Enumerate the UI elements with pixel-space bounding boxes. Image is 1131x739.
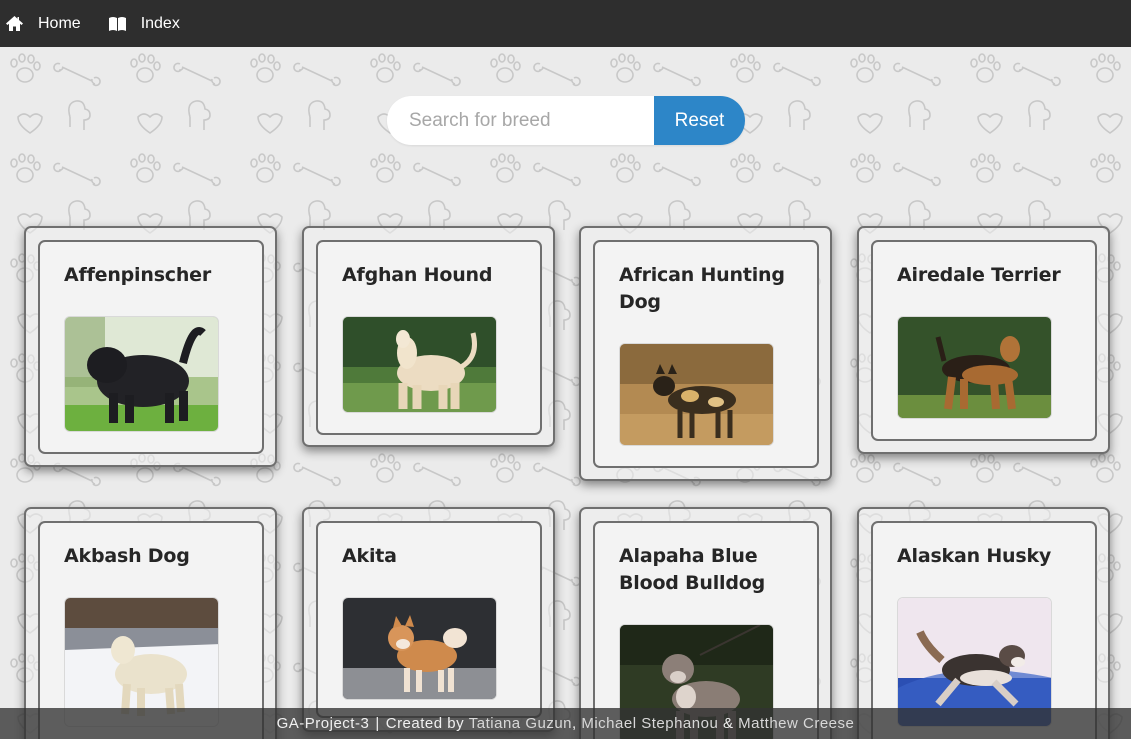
- top-navbar: Home Index: [0, 0, 1131, 47]
- breed-name: Afghan Hound: [342, 264, 493, 286]
- breed-photo: [342, 597, 497, 700]
- nav-index-label: Index: [140, 14, 180, 32]
- breed-name: African Hunting Dog: [619, 264, 785, 313]
- footer-comma: ,: [572, 715, 577, 732]
- footer-project-name: GA-Project-3: [276, 715, 370, 732]
- breed-card-inner: Alaskan Husky: [871, 521, 1097, 739]
- breed-card-african-hunting-dog[interactable]: African Hunting Dog: [579, 226, 832, 481]
- footer-author-link[interactable]: Matthew Creese: [738, 715, 854, 732]
- footer-author-link[interactable]: Michael Stephanou: [581, 715, 718, 732]
- breed-card-inner: Akita: [316, 521, 542, 718]
- breed-search-form: Reset: [387, 96, 745, 145]
- breed-card-inner: Affenpinscher: [38, 240, 264, 454]
- footer-author-link[interactable]: Tatiana Guzun: [469, 715, 572, 732]
- breed-card-alaskan-husky[interactable]: Alaskan Husky: [857, 507, 1110, 739]
- breed-card-akita[interactable]: Akita: [302, 507, 555, 732]
- breed-card-inner: African Hunting Dog: [593, 240, 819, 468]
- breed-name: Affenpinscher: [64, 264, 212, 286]
- footer-ampersand: &: [722, 715, 734, 732]
- footer-credits: GA-Project-3 | Created by Tatiana Guzun,…: [0, 708, 1131, 739]
- reset-button[interactable]: Reset: [654, 96, 745, 145]
- nav-home-link[interactable]: Home: [5, 15, 81, 33]
- breed-card-inner: Akbash Dog: [38, 521, 264, 739]
- footer-separator: |: [375, 715, 380, 732]
- breed-name: Akbash Dog: [64, 545, 190, 567]
- breed-card-alapaha-blue-blood-bulldog[interactable]: Alapaha Blue Blood Bulldog: [579, 507, 832, 739]
- breed-card-inner: Afghan Hound: [316, 240, 542, 435]
- breed-card-airedale-terrier[interactable]: Airedale Terrier: [857, 226, 1110, 454]
- breed-card-inner: Airedale Terrier: [871, 240, 1097, 441]
- breed-card-afghan-hound[interactable]: Afghan Hound: [302, 226, 555, 447]
- nav-home-label: Home: [38, 14, 81, 32]
- breed-photo: [619, 343, 774, 446]
- breed-name: Alapaha Blue Blood Bulldog: [619, 545, 766, 594]
- breed-photo: [897, 316, 1052, 419]
- nav-index-link[interactable]: Index: [108, 15, 180, 33]
- footer-created-by: Created by: [385, 715, 465, 732]
- home-icon: [6, 16, 23, 31]
- breed-name: Alaskan Husky: [897, 545, 1052, 567]
- breed-name: Akita: [342, 545, 397, 567]
- breed-search-input[interactable]: [387, 96, 654, 145]
- breed-card-inner: Alapaha Blue Blood Bulldog: [593, 521, 819, 739]
- book-icon: [108, 16, 126, 31]
- breed-card-affenpinscher[interactable]: Affenpinscher: [24, 226, 277, 467]
- breed-photo: [342, 316, 497, 413]
- breed-card-akbash-dog[interactable]: Akbash Dog: [24, 507, 277, 739]
- breed-photo: [64, 316, 219, 432]
- breed-name: Airedale Terrier: [897, 264, 1061, 286]
